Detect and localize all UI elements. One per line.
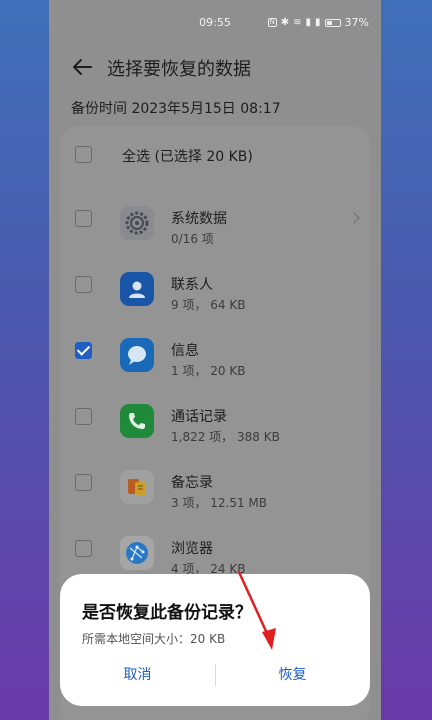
- item-checkbox[interactable]: [75, 408, 92, 425]
- dialog-subtitle: 所需本地空间大小：20 KB: [82, 632, 226, 646]
- item-detail: 3 项， 12.51 MB: [171, 496, 268, 510]
- battery-percent: 37%: [344, 16, 369, 29]
- wifi-icon: ≋: [293, 17, 302, 28]
- item-checkbox[interactable]: [75, 210, 92, 227]
- battery-icon: [324, 18, 341, 27]
- cancel-button[interactable]: 取消: [60, 660, 215, 690]
- page-title: 选择要恢复的数据: [107, 59, 251, 80]
- gear-icon: [120, 206, 154, 240]
- item-detail: 9 项， 64 KB: [171, 298, 246, 312]
- back-arrow-icon[interactable]: [71, 56, 93, 78]
- list-item-notes[interactable]: 备忘录 3 项， 12.51 MB: [60, 464, 370, 530]
- item-name: 浏览器: [171, 541, 213, 557]
- item-checkbox[interactable]: [75, 474, 92, 491]
- list-item-call-log[interactable]: 通话记录 1,822 项， 388 KB: [60, 398, 370, 464]
- bluetooth-icon: ✱: [280, 17, 290, 28]
- select-all-label: 全选 (已选择 20 KB): [122, 149, 253, 165]
- phone-icon: [120, 404, 154, 438]
- restore-dialog: 是否恢复此备份记录？ 所需本地空间大小：20 KB 取消 恢复: [60, 574, 370, 706]
- item-name: 系统数据: [171, 211, 227, 227]
- item-name: 信息: [171, 343, 199, 359]
- item-name: 通话记录: [171, 409, 227, 425]
- contacts-icon: [120, 272, 154, 306]
- nfc-icon: N: [267, 18, 277, 27]
- select-all-checkbox[interactable]: [75, 146, 92, 163]
- item-name: 备忘录: [171, 475, 213, 491]
- item-detail: 1 项， 20 KB: [171, 364, 246, 378]
- item-checkbox[interactable]: [75, 276, 92, 293]
- item-checkbox[interactable]: [75, 540, 92, 557]
- signal-2-icon: ▮: [315, 17, 321, 28]
- dialog-title: 是否恢复此备份记录？: [82, 603, 252, 623]
- notes-icon: [120, 470, 154, 504]
- item-detail: 1,822 项， 388 KB: [171, 430, 280, 444]
- browser-icon: [120, 536, 154, 570]
- status-icons: N ✱ ≋ ▮ ▮ 37%: [267, 16, 369, 29]
- message-icon: [120, 338, 154, 372]
- signal-icon: ▮: [305, 17, 312, 28]
- restore-button[interactable]: 恢复: [215, 660, 370, 690]
- status-bar: 09:55 N ✱ ≋ ▮ ▮ 37%: [49, 0, 381, 46]
- item-name: 联系人: [171, 277, 213, 293]
- item-checkbox[interactable]: [75, 342, 92, 359]
- list-item-contacts[interactable]: 联系人 9 项， 64 KB: [60, 266, 370, 332]
- list-item-system-data[interactable]: 系统数据 0/16 项: [60, 200, 370, 266]
- item-detail: 0/16 项: [171, 232, 214, 246]
- page-header: 选择要恢复的数据: [49, 50, 381, 84]
- chevron-right-icon[interactable]: [348, 212, 360, 224]
- phone-screen: 09:55 N ✱ ≋ ▮ ▮ 37% 选择要恢复的数据 备份时间 2023年5…: [49, 0, 381, 720]
- backup-time: 备份时间 2023年5月15日 08:17: [71, 101, 281, 117]
- list-item-messages[interactable]: 信息 1 项， 20 KB: [60, 332, 370, 398]
